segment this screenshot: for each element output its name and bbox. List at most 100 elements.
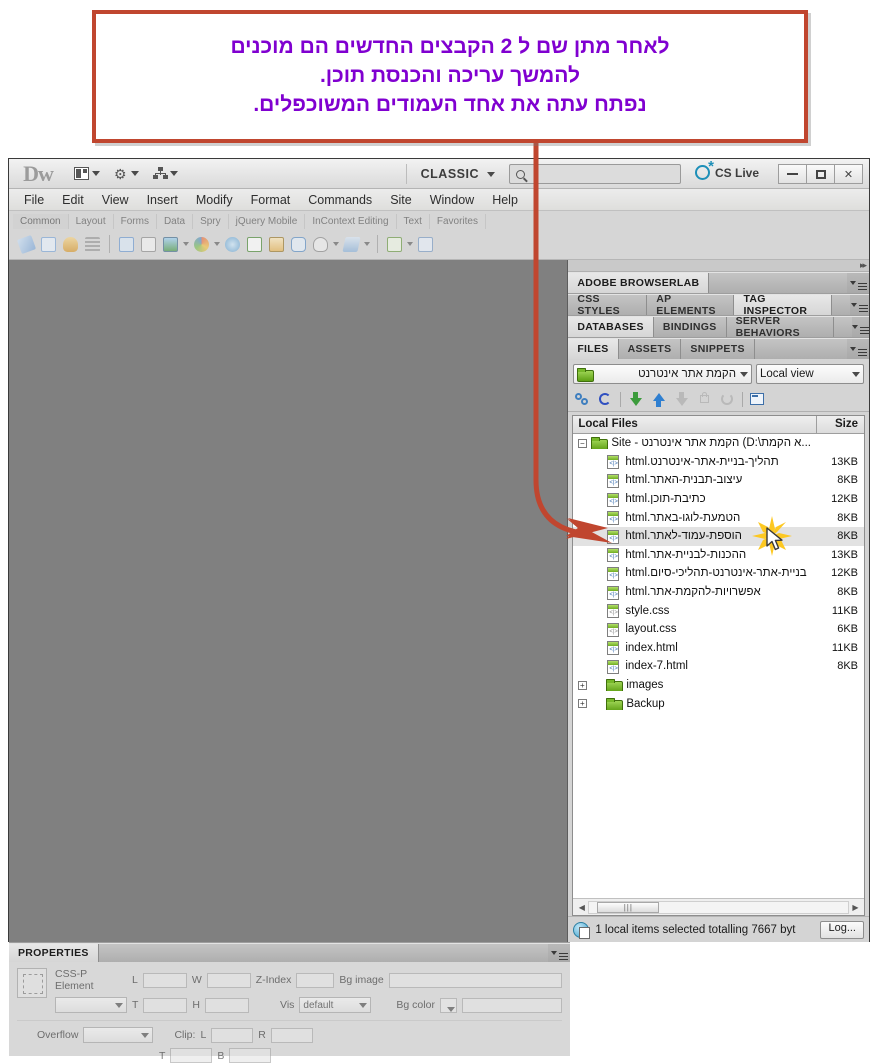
- collapse-icon[interactable]: ▸▸: [860, 260, 867, 271]
- panel-menu-icon[interactable]: [548, 944, 570, 962]
- scrollbar-track[interactable]: |||: [588, 900, 849, 914]
- expand-icon[interactable]: +: [577, 680, 587, 690]
- menu-help[interactable]: Help: [483, 191, 527, 209]
- menu-view[interactable]: View: [93, 191, 138, 209]
- table-row[interactable]: <|> כתיבת-תוכן.html 12KB: [573, 490, 864, 509]
- view-selector[interactable]: Local view: [756, 364, 864, 384]
- tag-chooser-icon[interactable]: [416, 235, 435, 254]
- table-row[interactable]: <|> index.html 11KB: [573, 639, 864, 658]
- chevron-down-icon[interactable]: [333, 242, 339, 246]
- document-area[interactable]: [9, 260, 569, 942]
- extend-dreamweaver-button[interactable]: ⚙: [107, 162, 146, 186]
- bg-image-input[interactable]: [388, 972, 562, 988]
- tree-expander[interactable]: +: [573, 699, 591, 709]
- table-row-site-root[interactable]: − Site - הקמת אתר אינטרנט (D:\א הקמת...: [573, 434, 864, 453]
- comment-icon[interactable]: [289, 235, 308, 254]
- table-row[interactable]: + Backup: [573, 694, 864, 713]
- panel-menu-icon[interactable]: [850, 295, 869, 315]
- chevron-down-icon[interactable]: [364, 242, 370, 246]
- log-button[interactable]: Log...: [820, 920, 864, 939]
- table-row[interactable]: <|> ההכנות-לבניית-אתר.html 13KB: [573, 546, 864, 565]
- height-input[interactable]: [205, 997, 250, 1013]
- insert-tab-text[interactable]: Text: [397, 214, 430, 229]
- panel-menu-icon[interactable]: [847, 273, 869, 293]
- named-anchor-icon[interactable]: [61, 235, 80, 254]
- connect-to-remote-host-icon[interactable]: [574, 391, 591, 408]
- insert-tab-spry[interactable]: Spry: [193, 214, 229, 229]
- menu-file[interactable]: File: [15, 191, 53, 209]
- tab-server-behaviors[interactable]: SERVER BEHAVIORS: [726, 315, 834, 339]
- menu-modify[interactable]: Modify: [187, 191, 242, 209]
- horizontal-rule-icon[interactable]: [83, 235, 102, 254]
- head-tags-icon[interactable]: [311, 235, 330, 254]
- z-index-input[interactable]: [296, 972, 335, 988]
- tab-snippets[interactable]: SNIPPETS: [681, 339, 755, 359]
- scrollbar-thumb[interactable]: |||: [597, 901, 660, 913]
- tab-css-styles[interactable]: CSS STYLES: [568, 293, 648, 317]
- menu-window[interactable]: Window: [421, 191, 483, 209]
- tab-databases[interactable]: DATABASES: [568, 317, 654, 337]
- insert-tab-forms[interactable]: Forms: [114, 214, 157, 229]
- clip-left-input[interactable]: [211, 1027, 254, 1043]
- overflow-selector[interactable]: [83, 1027, 154, 1043]
- table-row[interactable]: <|> אפשרויות-להקמת-אתר.html 8KB: [573, 583, 864, 602]
- bg-color-swatch[interactable]: [439, 997, 457, 1013]
- table-row[interactable]: <|> הוספת-עמוד-לאתר.html 8KB: [573, 526, 864, 546]
- collapse-icon[interactable]: −: [577, 438, 587, 448]
- menu-format[interactable]: Format: [242, 191, 300, 209]
- table-row[interactable]: <|> עיצוב-תבנית-האתר.html 8KB: [573, 471, 864, 490]
- table-icon[interactable]: [117, 235, 136, 254]
- table-row[interactable]: + images: [573, 676, 864, 695]
- horizontal-scrollbar[interactable]: ◀ ||| ▶: [573, 898, 864, 915]
- tab-properties[interactable]: PROPERTIES: [9, 944, 99, 962]
- layout-view-button[interactable]: [67, 162, 107, 186]
- table-row[interactable]: <|> בניית-אתר-אינטרנט-תהליכי-סיום.html 12K…: [573, 564, 864, 583]
- expand-collapse-icon[interactable]: [749, 391, 766, 408]
- minimize-button[interactable]: [778, 164, 807, 184]
- left-input[interactable]: [142, 972, 187, 988]
- chevron-down-icon[interactable]: [214, 242, 220, 246]
- tree-expander[interactable]: +: [573, 680, 591, 690]
- tab-ap-elements[interactable]: AP ELEMENTS: [647, 293, 735, 317]
- hyperlink-icon[interactable]: [16, 234, 37, 254]
- visibility-selector[interactable]: default: [299, 997, 372, 1013]
- site-selector[interactable]: הקמת אתר אינטרנט: [573, 364, 752, 384]
- tab-assets[interactable]: ASSETS: [618, 339, 682, 359]
- top-input[interactable]: [143, 997, 188, 1013]
- document-canvas[interactable]: [15, 263, 566, 940]
- tab-bindings[interactable]: BINDINGS: [653, 317, 727, 337]
- tab-files[interactable]: FILES: [568, 339, 619, 359]
- scroll-right-icon[interactable]: ▶: [849, 903, 862, 912]
- insert-tab-favorites[interactable]: Favorites: [430, 214, 486, 229]
- script-icon[interactable]: [342, 235, 361, 254]
- widget-icon[interactable]: [223, 235, 242, 254]
- date-icon[interactable]: [245, 235, 264, 254]
- search-input[interactable]: [530, 168, 672, 180]
- refresh-icon[interactable]: [597, 391, 614, 408]
- element-selector[interactable]: [55, 997, 127, 1013]
- table-row[interactable]: <|> תהליך-בניית-אתר-אינטרנט.html 13KB: [573, 453, 864, 472]
- table-row[interactable]: <|> style.css 11KB: [573, 601, 864, 620]
- insert-tab-data[interactable]: Data: [157, 214, 194, 229]
- chevron-down-icon[interactable]: [407, 242, 413, 246]
- site-management-button[interactable]: [146, 162, 185, 186]
- get-files-icon[interactable]: [627, 391, 644, 408]
- templates-icon[interactable]: [385, 235, 404, 254]
- put-files-icon[interactable]: [650, 391, 667, 408]
- menu-insert[interactable]: Insert: [138, 191, 187, 209]
- panel-menu-icon[interactable]: [851, 317, 869, 337]
- restore-button[interactable]: [806, 164, 835, 184]
- table-row[interactable]: <|> הטמעת-לוגו-באתר.html 8KB: [573, 508, 864, 527]
- server-side-include-icon[interactable]: [267, 235, 286, 254]
- workspace-switcher[interactable]: CLASSIC: [405, 164, 495, 184]
- column-header-size[interactable]: Size: [817, 416, 864, 433]
- local-files-tree[interactable]: Local Files Size − Site - הקמת אתר אינטר…: [572, 415, 865, 916]
- menu-commands[interactable]: Commands: [299, 191, 381, 209]
- clip-top-input[interactable]: [170, 1048, 213, 1063]
- clip-right-input[interactable]: [270, 1027, 313, 1043]
- scroll-left-icon[interactable]: ◀: [575, 903, 588, 912]
- media-icon[interactable]: [192, 235, 211, 254]
- images-icon[interactable]: [161, 235, 180, 254]
- insert-div-tag-icon[interactable]: [139, 235, 158, 254]
- table-row[interactable]: <|> layout.css 6KB: [573, 620, 864, 639]
